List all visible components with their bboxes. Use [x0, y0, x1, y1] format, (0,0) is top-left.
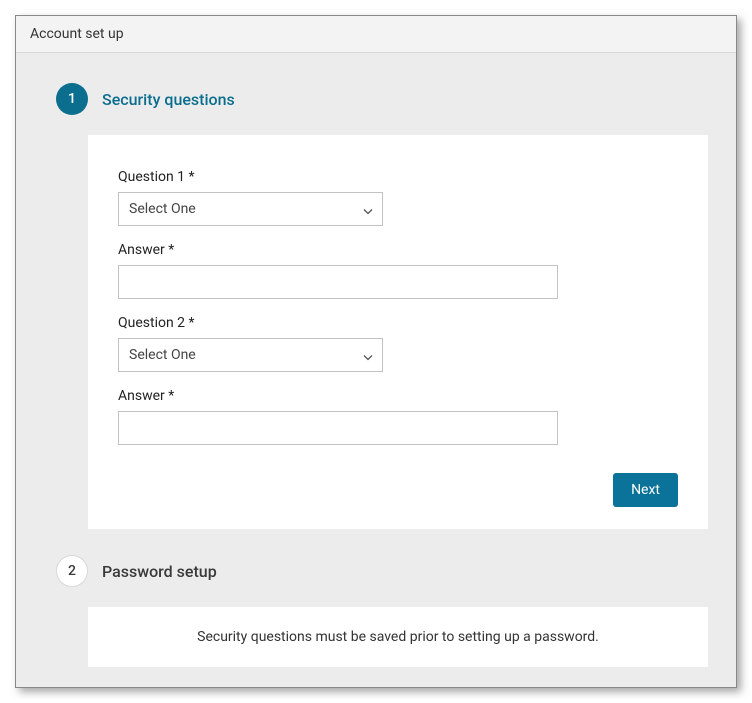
question1-select[interactable]: Select One	[118, 192, 383, 226]
step1-title: Security questions	[102, 90, 235, 109]
question1-select-wrap: Select One	[118, 192, 383, 226]
panel-footer: Next	[118, 473, 678, 507]
answer1-input[interactable]	[118, 265, 558, 299]
answer2-group: Answer *	[118, 388, 678, 445]
window-title: Account set up	[16, 16, 736, 53]
security-questions-panel: Question 1 * Select One Answer * Questio…	[88, 135, 708, 529]
answer1-group: Answer *	[118, 242, 678, 299]
question2-label: Question 2 *	[118, 315, 678, 331]
step1-number-badge: 1	[56, 83, 88, 115]
question2-group: Question 2 * Select One	[118, 315, 678, 372]
answer2-label: Answer *	[118, 388, 678, 404]
step2-title: Password setup	[102, 562, 217, 581]
step2-header: 2 Password setup	[56, 555, 708, 587]
question2-select[interactable]: Select One	[118, 338, 383, 372]
next-button[interactable]: Next	[613, 473, 678, 507]
question1-label: Question 1 *	[118, 169, 678, 185]
answer2-input[interactable]	[118, 411, 558, 445]
content-area: 1 Security questions Question 1 * Select…	[16, 53, 736, 687]
step2-section: 2 Password setup Security questions must…	[44, 555, 708, 667]
step1-header: 1 Security questions	[56, 83, 708, 115]
step2-number-badge: 2	[56, 555, 88, 587]
password-setup-notice: Security questions must be saved prior t…	[88, 607, 708, 667]
account-setup-window: Account set up 1 Security questions Ques…	[15, 15, 737, 688]
question2-select-wrap: Select One	[118, 338, 383, 372]
question1-group: Question 1 * Select One	[118, 169, 678, 226]
answer1-label: Answer *	[118, 242, 678, 258]
